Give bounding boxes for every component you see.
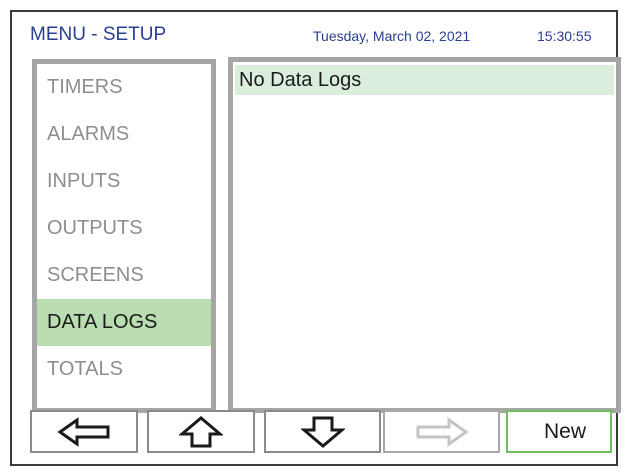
down-button[interactable]	[264, 410, 381, 453]
forward-button[interactable]	[383, 410, 500, 453]
date-display: Tuesday, March 02, 2021	[313, 28, 471, 44]
new-button[interactable]: New	[506, 410, 612, 453]
back-button[interactable]	[30, 410, 138, 453]
menu-item-alarms[interactable]: ALARMS	[37, 111, 211, 158]
menu-item-totals[interactable]: TOTALS	[37, 346, 211, 393]
list-item[interactable]: No Data Logs	[235, 65, 614, 95]
new-button-label: New	[543, 419, 586, 443]
menu-item-timers[interactable]: TIMERS	[37, 64, 211, 111]
header-bar: MENU - SETUP Tuesday, March 02, 2021 15:…	[12, 12, 616, 52]
setup-menu: TIMERS ALARMS INPUTS OUTPUTS SCREENS DAT…	[32, 59, 216, 413]
menu-item-data-logs[interactable]: DATA LOGS	[37, 299, 211, 346]
arrow-up-icon	[179, 415, 223, 447]
arrow-down-icon	[300, 416, 345, 448]
menu-item-outputs[interactable]: OUTPUTS	[37, 205, 211, 252]
arrow-right-icon	[416, 416, 469, 447]
up-button[interactable]	[147, 410, 255, 453]
arrow-left-icon	[57, 416, 110, 447]
menu-item-screens[interactable]: SCREENS	[37, 252, 211, 299]
time-display: 15:30:55	[537, 28, 592, 44]
menu-item-inputs[interactable]: INPUTS	[37, 158, 211, 205]
setup-screen: MENU - SETUP Tuesday, March 02, 2021 15:…	[10, 10, 621, 466]
data-logs-list: No Data Logs	[228, 57, 621, 413]
page-title: MENU - SETUP	[30, 24, 167, 45]
